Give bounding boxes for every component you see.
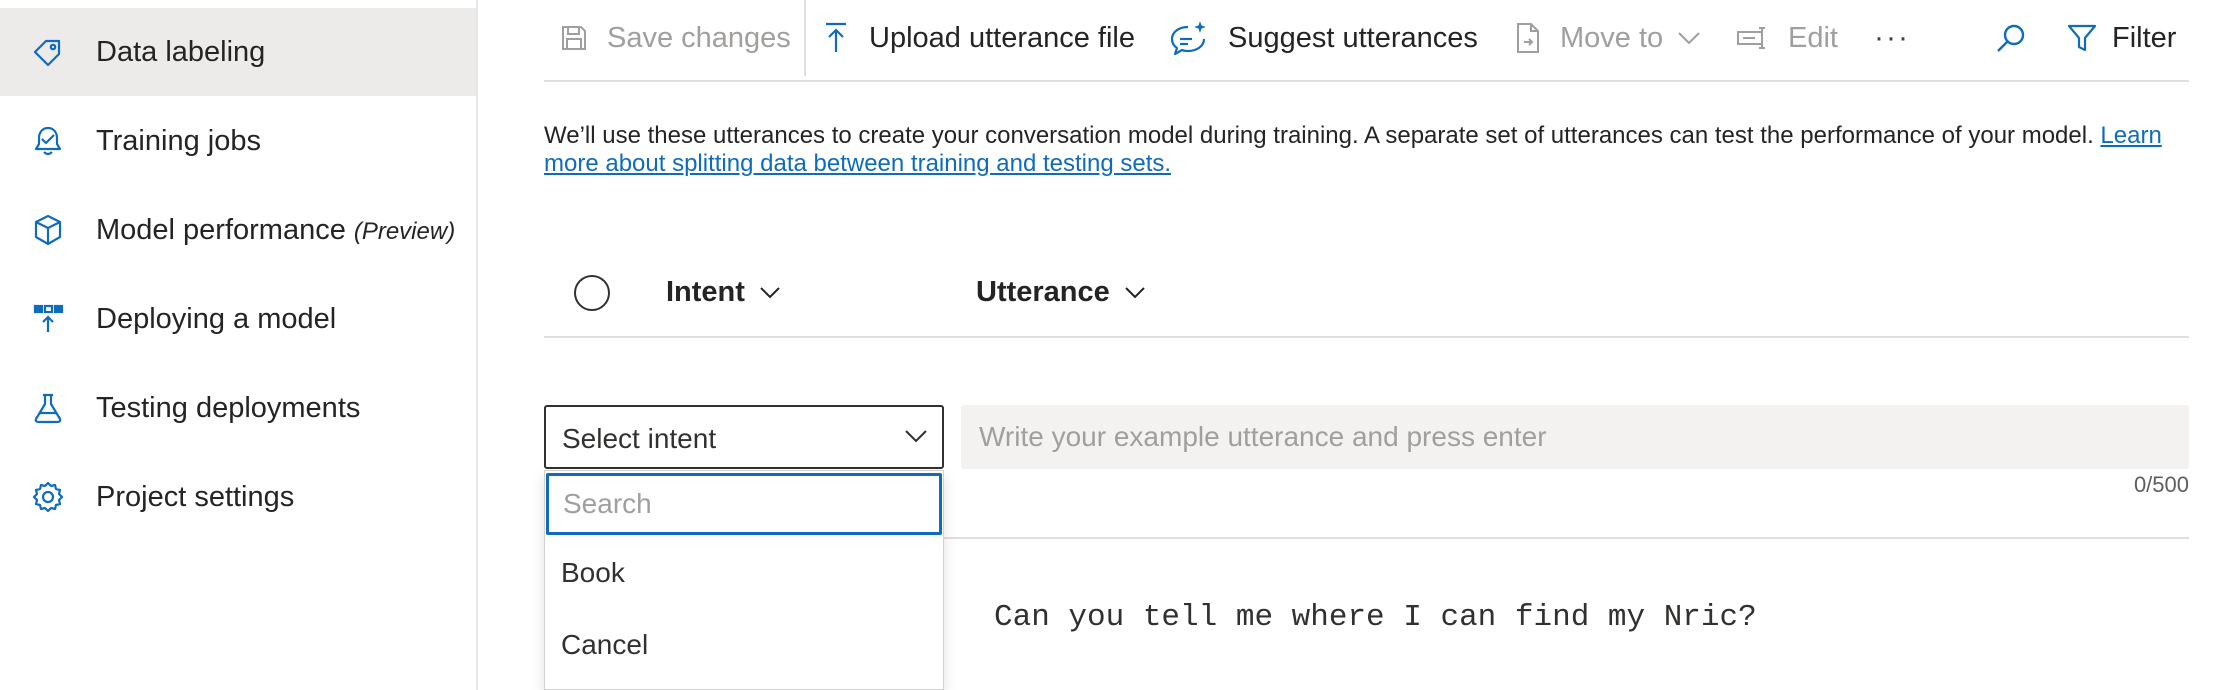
save-changes-button[interactable]: Save changes xyxy=(559,0,791,76)
chevron-down-icon xyxy=(1678,32,1700,45)
sidebar-item-project-settings[interactable]: Project settings xyxy=(0,453,476,541)
utterance-row-text: Can you tell me where I can find my Nric… xyxy=(994,600,1757,635)
upload-utterance-file-button[interactable]: Upload utterance file xyxy=(821,0,1135,76)
suggest-utterances-button[interactable]: Suggest utterances xyxy=(1168,0,1478,76)
toolbar-divider xyxy=(804,0,806,76)
more-icon: ··· xyxy=(1874,21,1910,54)
select-all-radio[interactable] xyxy=(574,275,610,311)
chevron-down-icon xyxy=(760,287,780,299)
character-counter: 0/500 xyxy=(2133,472,2189,497)
intent-search-input[interactable] xyxy=(546,473,942,535)
tag-icon xyxy=(30,34,66,70)
intent-option-book[interactable]: Book xyxy=(561,557,625,589)
sidebar-item-testing-deployments[interactable]: Testing deployments xyxy=(0,364,476,452)
more-options-button[interactable]: ··· xyxy=(1874,0,1910,76)
sidebar-item-label: Deploying a model xyxy=(96,302,337,335)
intent-option-cancel[interactable]: Cancel xyxy=(561,629,648,661)
row-divider xyxy=(944,537,2189,539)
intent-select[interactable]: Select intent xyxy=(544,405,944,469)
sidebar-item-training-jobs[interactable]: Training jobs xyxy=(0,97,476,185)
chevron-down-icon xyxy=(905,430,927,443)
preview-tag: (Preview) xyxy=(353,217,456,245)
edit-button[interactable]: Edit xyxy=(1736,0,1838,76)
sidebar-item-label: Testing deployments xyxy=(96,391,361,424)
filter-button[interactable]: Filter xyxy=(2066,0,2176,76)
utterance-column-header[interactable]: Utterance xyxy=(976,276,1146,309)
chevron-down-icon xyxy=(1125,287,1145,299)
move-to-button[interactable]: Move to xyxy=(1514,0,1701,76)
intent-dropdown: Book Cancel xyxy=(544,470,944,690)
flask-icon xyxy=(30,390,66,426)
table-header: Intent Utterance xyxy=(544,250,2189,338)
intent-column-header[interactable]: Intent xyxy=(666,276,781,309)
chat-sparkle-icon xyxy=(1170,21,1206,56)
info-text: We’ll use these utterances to create you… xyxy=(544,122,2162,177)
deploy-icon xyxy=(30,301,66,337)
search-button[interactable] xyxy=(1995,0,2027,76)
filter-icon xyxy=(2067,24,2097,52)
sidebar-item-label: Project settings xyxy=(96,480,295,513)
sidebar-item-data-labeling[interactable]: Data labeling xyxy=(0,8,476,96)
sidebar-item-model-performance[interactable]: Model performance (Preview) xyxy=(0,186,476,274)
command-bar: Save changes Upload utterance file Sugge… xyxy=(544,0,2189,82)
sidebar-item-label: Data labeling xyxy=(96,35,266,68)
sidebar-item-deploying-model[interactable]: Deploying a model xyxy=(0,275,476,363)
sidebar: Data labeling Training jobs Model perfor… xyxy=(0,0,478,690)
search-icon xyxy=(1997,24,2025,52)
training-icon xyxy=(30,123,66,159)
upload-icon xyxy=(826,22,846,52)
rename-icon xyxy=(1737,27,1765,49)
save-icon xyxy=(562,26,586,50)
document-move-icon xyxy=(1517,23,1539,53)
cube-icon xyxy=(30,212,66,248)
sidebar-item-label: Training jobs xyxy=(96,124,261,157)
sidebar-item-label: Model performance (Preview) xyxy=(96,213,456,246)
utterance-input[interactable] xyxy=(961,405,2189,469)
gear-icon xyxy=(30,479,66,515)
